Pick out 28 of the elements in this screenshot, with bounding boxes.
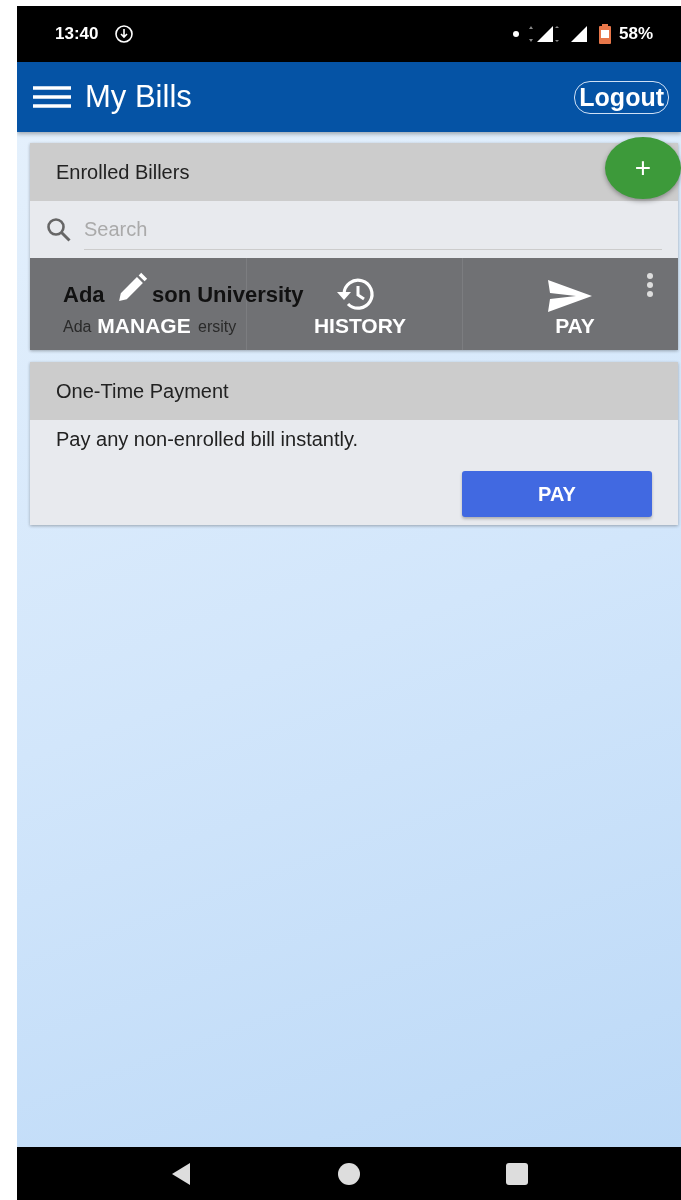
section-title: Enrolled Billers xyxy=(56,160,190,184)
signal-icon xyxy=(526,25,561,43)
action-button[interactable]: MANAGE xyxy=(97,315,191,336)
pay-button[interactable]: PAY xyxy=(462,471,652,517)
send-icon xyxy=(546,278,594,314)
search-field[interactable]: Search xyxy=(84,209,662,250)
back-icon[interactable] xyxy=(170,1161,192,1186)
battery-icon xyxy=(598,24,611,44)
history-icon xyxy=(334,276,376,312)
search-icon xyxy=(46,216,72,243)
biller-subtitle: ersity xyxy=(198,319,237,335)
download-icon xyxy=(114,24,135,44)
recents-icon[interactable] xyxy=(506,1162,528,1185)
menu-icon[interactable] xyxy=(33,86,71,108)
dot-icon xyxy=(512,31,519,37)
biller-name: son University xyxy=(152,284,304,306)
biller-subtitle: Ada xyxy=(63,319,92,335)
section-title: One-Time Payment xyxy=(56,379,229,403)
biller-name: Ada xyxy=(63,284,105,306)
description-text: Pay any non-enrolled bill instantly. xyxy=(56,428,360,451)
clock-time: 13:40 xyxy=(55,24,99,44)
more-icon[interactable] xyxy=(646,272,654,298)
home-icon[interactable] xyxy=(338,1162,360,1185)
action-button[interactable]: PAY xyxy=(555,315,595,336)
page-title: My Bills xyxy=(85,79,193,115)
logout-button[interactable]: Logout xyxy=(574,80,669,114)
action-button[interactable]: HISTORY xyxy=(313,315,407,336)
battery-percent: 58% xyxy=(618,24,653,44)
